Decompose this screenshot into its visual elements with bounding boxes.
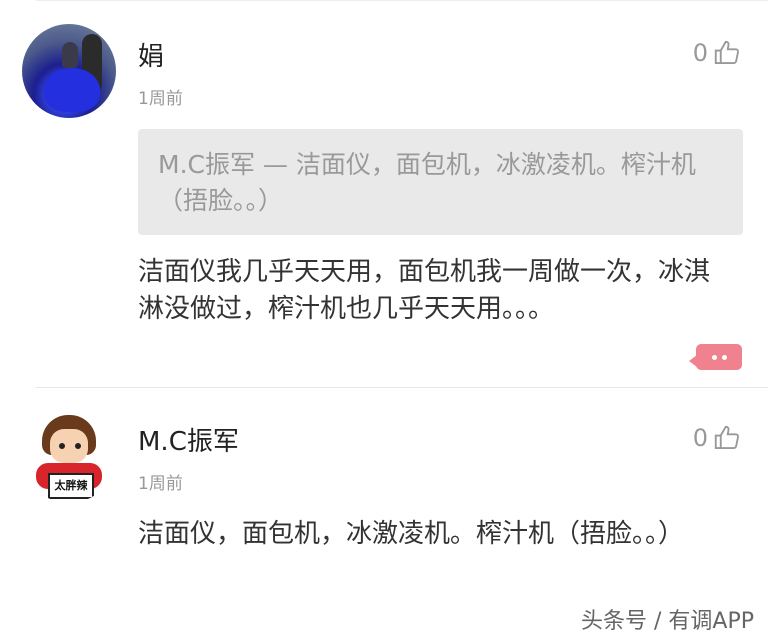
like-count: 0 (692, 424, 708, 452)
top-divider (36, 0, 768, 1)
author-name[interactable]: 娟 (138, 36, 164, 73)
watermark: 头条号 / 有调APP (581, 609, 754, 634)
avatar[interactable] (22, 24, 116, 118)
avatar-dress (44, 68, 100, 112)
comment-body: 洁面仪，面包机，冰激凌机。榨汁机（捂脸。。） (138, 519, 685, 549)
reply-icon[interactable] (689, 344, 742, 370)
author-name[interactable]: M.C振军 (138, 421, 239, 458)
avatar[interactable]: 太胖辣 (22, 409, 116, 503)
like-count: 0 (692, 39, 708, 67)
comment-divider (36, 387, 768, 388)
thumbs-up-icon (714, 425, 739, 449)
like-button[interactable]: 0 (693, 423, 742, 453)
comment-time: 1周前 (138, 474, 183, 494)
quoted-reply[interactable]: M.C振军 — 洁面仪，面包机，冰激凌机。榨汁机（捂脸。。） (138, 129, 743, 235)
reply-dot (721, 354, 727, 360)
comment-body: 洁面仪我几乎天天用，面包机我一周做一次，冰淇淋没做过，榨汁机也几乎天天用。。。 (138, 257, 711, 324)
comment-time: 1周前 (138, 89, 183, 109)
avatar-figure (62, 42, 78, 68)
avatar-eye (75, 443, 81, 449)
thumbs-up-icon (714, 40, 739, 64)
reply-dot (711, 354, 717, 360)
avatar-sign: 太胖辣 (48, 473, 94, 499)
avatar-face (50, 429, 88, 463)
like-button[interactable]: 0 (693, 38, 742, 68)
avatar-eye (59, 443, 65, 449)
